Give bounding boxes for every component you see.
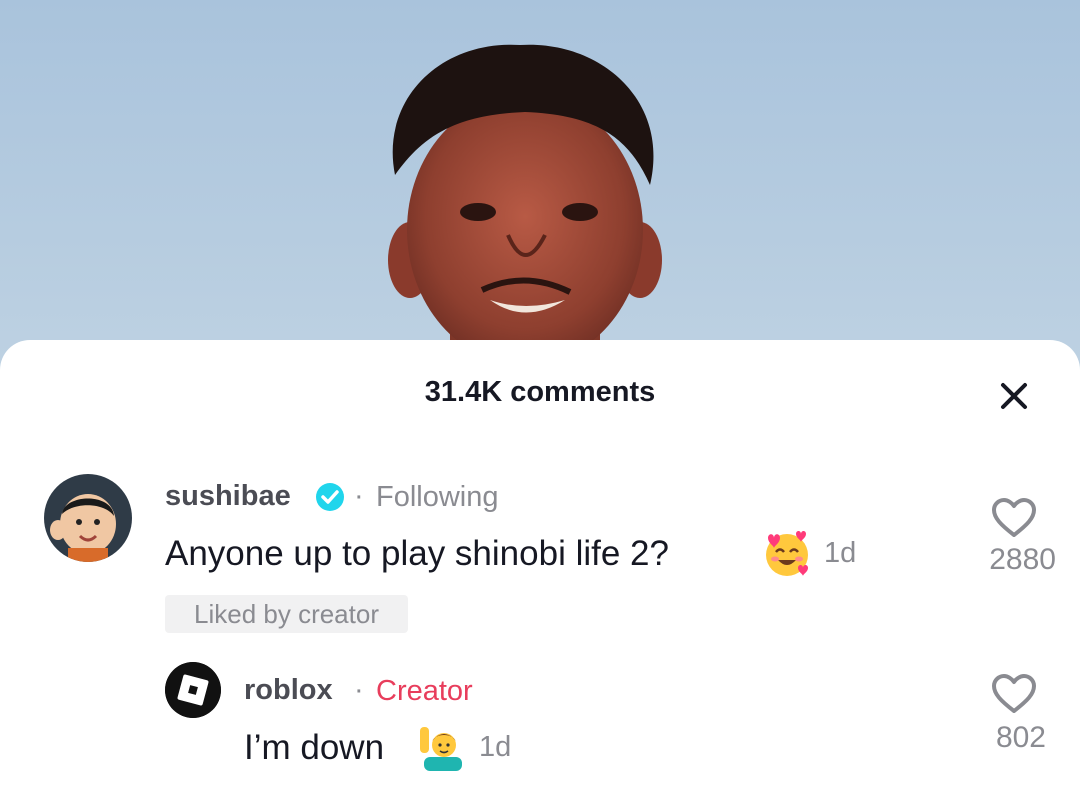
reply-time: 1d [479, 731, 512, 763]
reply-like-count: 802 [995, 721, 1046, 754]
reply-avatar[interactable] [165, 662, 221, 718]
roblox-logo-icon [165, 662, 221, 718]
comments-count-title: 31.4K comments [424, 376, 656, 408]
like-count: 2880 [989, 543, 1056, 576]
meta-separator: · [354, 480, 364, 512]
screen: 31.4K comments sushibae · Following Anyo… [0, 0, 1080, 798]
creator-tag: Creator [376, 675, 473, 707]
close-icon [1001, 383, 1027, 409]
heart-outline-icon[interactable] [991, 674, 1037, 714]
reply-text: I’m down [244, 728, 385, 767]
comment-time: 1d [824, 537, 857, 569]
comment-username[interactable]: sushibae [165, 480, 291, 513]
heart-outline-icon[interactable] [991, 498, 1037, 538]
smiling-face-with-hearts-icon [766, 531, 808, 576]
verified-badge-icon [316, 483, 344, 511]
liked-by-creator-badge: Liked by creator [165, 595, 408, 633]
avatar[interactable] [44, 474, 132, 562]
reply-username[interactable]: roblox [244, 674, 333, 707]
man-raising-hand-icon [420, 727, 462, 771]
meta-separator: · [354, 674, 364, 706]
comment-text: Anyone up to play shinobi life 2? [165, 534, 669, 573]
following-label: Following [376, 481, 499, 513]
baby-photo-avatar [44, 474, 132, 562]
close-button[interactable] [990, 374, 1038, 418]
